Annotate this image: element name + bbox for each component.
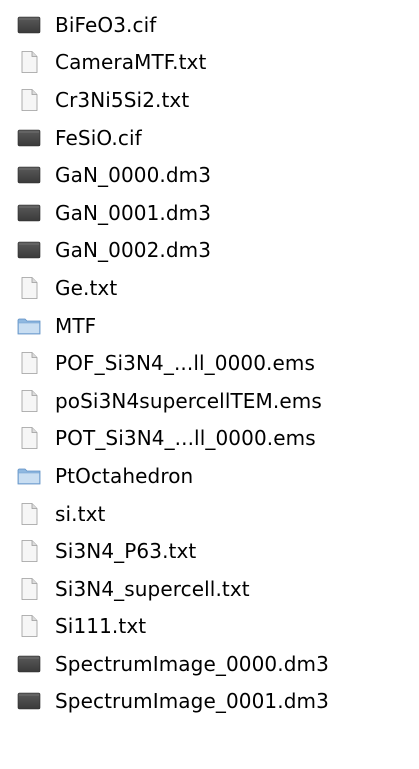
file-name: Ge.txt — [55, 275, 118, 300]
file-item[interactable]: CameraMTF.txt — [0, 44, 419, 82]
file-name: CameraMTF.txt — [55, 50, 207, 75]
dark-file-icon — [17, 689, 41, 713]
file-name: GaN_0002.dm3 — [55, 238, 212, 263]
text-file-icon — [17, 614, 41, 638]
text-file-icon — [17, 276, 41, 300]
file-name: PtOctahedron — [55, 463, 194, 488]
file-item[interactable]: PtOctahedron — [0, 457, 419, 495]
file-name: POT_Si3N4_...ll_0000.ems — [55, 426, 316, 451]
file-item[interactable]: MTF — [0, 307, 419, 345]
file-name: FeSiO.cif — [55, 125, 142, 150]
file-item[interactable]: Cr3Ni5Si2.txt — [0, 81, 419, 119]
file-name: poSi3N4supercellTEM.ems — [55, 388, 322, 413]
file-name: SpectrumImage_0001.dm3 — [55, 689, 329, 714]
text-file-icon — [17, 577, 41, 601]
file-name: Si3N4_supercell.txt — [55, 576, 250, 601]
text-file-icon — [17, 50, 41, 74]
file-item[interactable]: POT_Si3N4_...ll_0000.ems — [0, 420, 419, 458]
dark-file-icon — [17, 126, 41, 150]
text-file-icon — [17, 351, 41, 375]
file-item[interactable]: Si3N4_P63.txt — [0, 532, 419, 570]
dark-file-icon — [17, 201, 41, 225]
text-file-icon — [17, 539, 41, 563]
text-file-icon — [17, 88, 41, 112]
file-name: MTF — [55, 313, 97, 338]
file-item[interactable]: BiFeO3.cif — [0, 6, 419, 44]
folder-icon — [17, 464, 41, 488]
file-item[interactable]: Si111.txt — [0, 608, 419, 646]
file-item[interactable]: Si3N4_supercell.txt — [0, 570, 419, 608]
file-item[interactable]: FeSiO.cif — [0, 119, 419, 157]
dark-file-icon — [17, 163, 41, 187]
file-name: GaN_0001.dm3 — [55, 200, 212, 225]
text-file-icon — [17, 389, 41, 413]
file-name: POF_Si3N4_...ll_0000.ems — [55, 351, 316, 376]
file-item[interactable]: SpectrumImage_0001.dm3 — [0, 683, 419, 721]
file-name: si.txt — [55, 501, 106, 526]
file-item[interactable]: GaN_0001.dm3 — [0, 194, 419, 232]
file-item[interactable]: GaN_0000.dm3 — [0, 156, 419, 194]
file-name: SpectrumImage_0000.dm3 — [55, 651, 329, 676]
file-item[interactable]: Ge.txt — [0, 269, 419, 307]
file-item[interactable]: POF_Si3N4_...ll_0000.ems — [0, 344, 419, 382]
file-item[interactable]: si.txt — [0, 495, 419, 533]
file-item[interactable]: GaN_0002.dm3 — [0, 232, 419, 270]
file-name: GaN_0000.dm3 — [55, 163, 212, 188]
file-item[interactable]: SpectrumImage_0000.dm3 — [0, 645, 419, 683]
dark-file-icon — [17, 238, 41, 262]
dark-file-icon — [17, 13, 41, 37]
file-item[interactable]: poSi3N4supercellTEM.ems — [0, 382, 419, 420]
file-name: BiFeO3.cif — [55, 12, 157, 37]
text-file-icon — [17, 426, 41, 450]
dark-file-icon — [17, 652, 41, 676]
file-list: BiFeO3.cif CameraMTF.txt Cr3Ni5Si2.txt FeSi… — [0, 0, 419, 720]
file-name: Cr3Ni5Si2.txt — [55, 87, 190, 112]
file-name: Si3N4_P63.txt — [55, 539, 197, 564]
file-name: Si111.txt — [55, 614, 147, 639]
folder-icon — [17, 314, 41, 338]
text-file-icon — [17, 502, 41, 526]
